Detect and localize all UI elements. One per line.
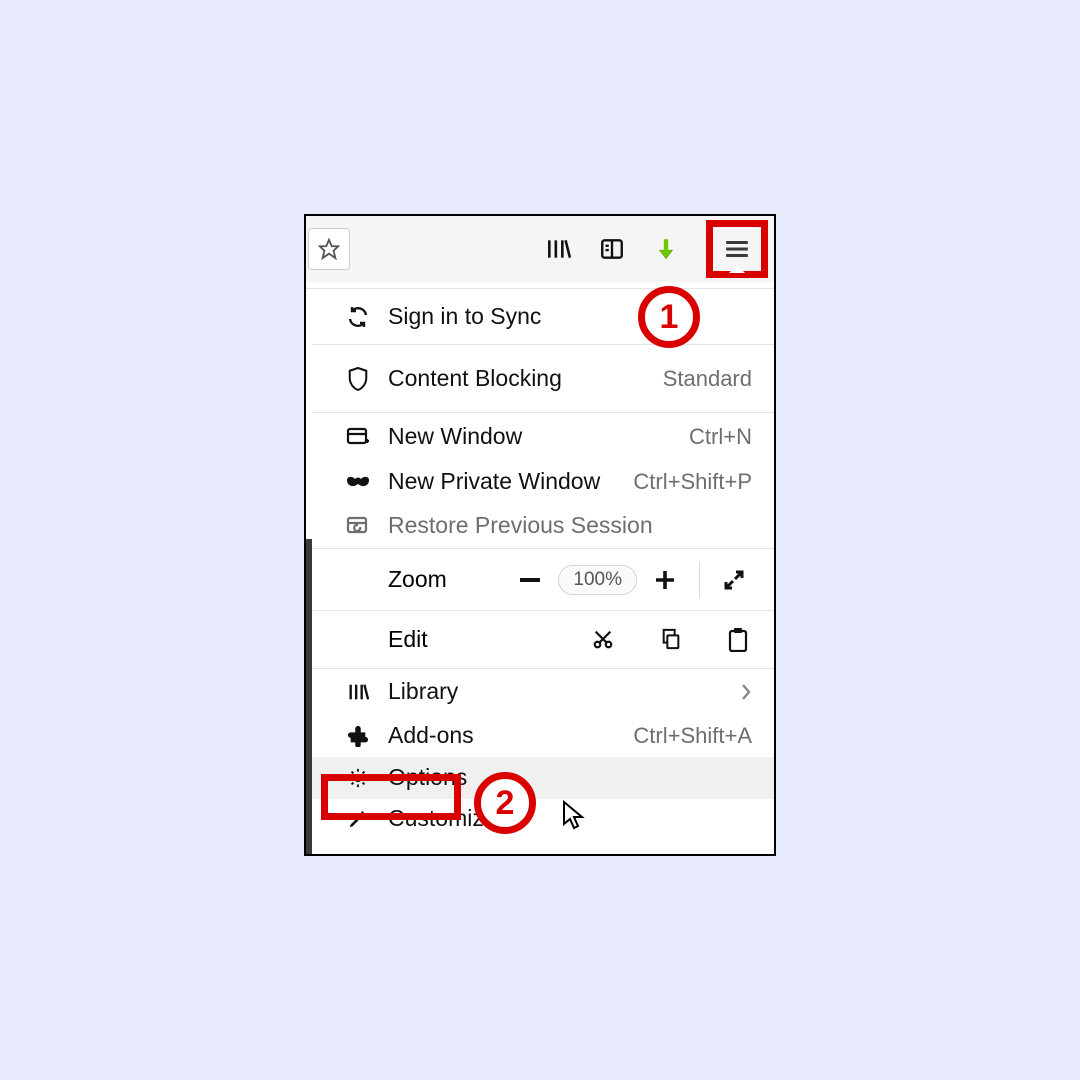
menu-inner: Sign in to Sync Content Blocking Standar… [312,289,774,854]
new-window-icon [342,426,374,448]
menu-item-addons[interactable]: Add-ons Ctrl+Shift+A [312,715,774,757]
toolbar-right-group [540,220,774,278]
menu-item-options[interactable]: Options [312,757,774,799]
cut-icon [592,628,614,650]
menu-shortcut: Ctrl+N [689,424,752,450]
paste-icon [728,628,748,652]
menu-label: Content Blocking [388,365,562,392]
plus-icon [654,569,676,591]
restore-icon [342,515,374,537]
menu-label: Sign in to Sync [388,303,541,330]
chevron-right-icon [740,683,752,701]
zoom-out-button[interactable] [502,560,558,600]
copy-button[interactable] [660,628,682,652]
menu-label: New Private Window [388,468,600,495]
annotation-badge-1: 1 [638,286,700,348]
divider [699,562,700,598]
sidebar-icon [599,236,625,262]
downloads-button[interactable] [648,231,684,267]
menu-item-new-private[interactable]: New Private Window Ctrl+Shift+P [312,461,774,503]
menu-item-content-blocking[interactable]: Content Blocking Standard [312,345,774,413]
menu-label: Library [388,678,458,705]
app-menu: Sign in to Sync Content Blocking Standar… [306,288,774,854]
sidebar-toolbar-button[interactable] [594,231,630,267]
menu-item-customize[interactable]: Customize... [312,799,774,839]
menu-zoom-row: Zoom 100% [312,549,774,611]
library-toolbar-button[interactable] [540,231,576,267]
gear-icon [342,767,374,789]
library-icon [545,236,571,262]
menu-shortcut: Ctrl+Shift+P [633,469,752,495]
star-icon [318,238,340,260]
edit-label: Edit [388,626,428,653]
cut-button[interactable] [592,628,614,652]
copy-icon [660,628,682,650]
paint-icon [342,808,374,830]
annotation-badge-2: 2 [474,772,536,834]
menu-item-sync[interactable]: Sign in to Sync [312,289,774,345]
hamburger-menu-button[interactable] [706,220,768,278]
menu-label: New Window [388,423,522,450]
minus-icon [520,578,540,582]
hamburger-icon [724,239,750,259]
fullscreen-button[interactable] [706,560,762,600]
bookmark-star-button[interactable] [308,228,350,270]
zoom-value[interactable]: 100% [558,565,637,595]
menu-label: Restore Previous Session [388,512,653,539]
menu-label: Add-ons [388,722,474,749]
sync-icon [342,305,374,329]
mask-icon [342,474,374,490]
fullscreen-icon [723,569,745,591]
menu-item-new-window[interactable]: New Window Ctrl+N [312,413,774,461]
library-icon [342,681,374,703]
menu-value: Standard [663,366,752,392]
zoom-in-button[interactable] [637,560,693,600]
browser-menu-screenshot: Sign in to Sync Content Blocking Standar… [304,214,776,856]
download-arrow-icon [653,236,679,262]
puzzle-icon [342,725,374,747]
menu-item-restore-session[interactable]: Restore Previous Session [312,503,774,549]
menu-edit-row: Edit [312,611,774,669]
cursor-icon [562,800,588,832]
toolbar [306,216,774,282]
menu-shortcut: Ctrl+Shift+A [633,723,752,749]
shield-icon [342,366,374,392]
menu-item-library[interactable]: Library [312,669,774,715]
menu-label: Options [388,764,467,791]
paste-button[interactable] [728,628,748,652]
zoom-label: Zoom [388,566,447,593]
